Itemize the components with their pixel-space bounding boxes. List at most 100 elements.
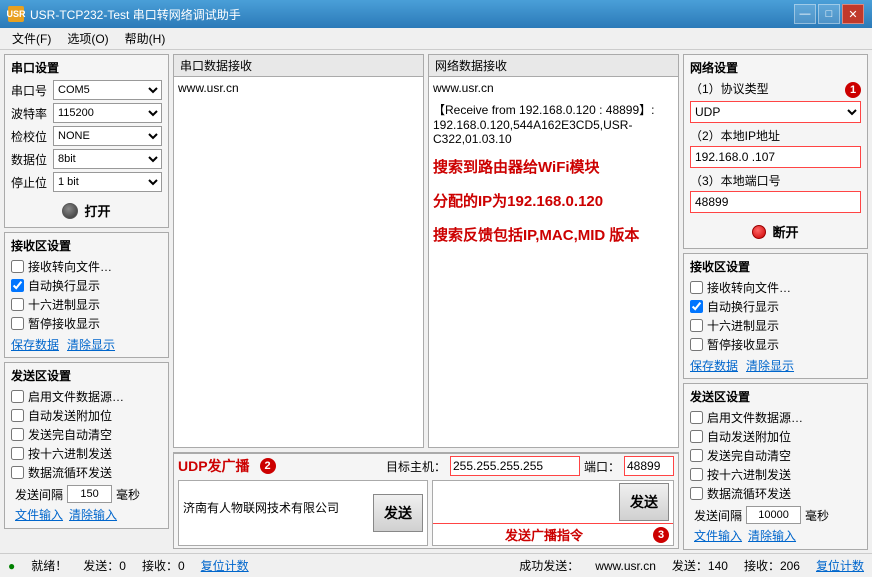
menu-help[interactable]: 帮助(H) — [117, 28, 174, 49]
annotation1: 搜索到路由器给WiFi模块 — [433, 156, 674, 180]
port-select[interactable]: COM5 — [53, 80, 162, 100]
protocol-label: （1）协议类型 — [690, 80, 843, 97]
send-right-cb4-check[interactable] — [690, 468, 703, 481]
reset-count[interactable]: 复位计数 — [816, 557, 864, 574]
recv-cb2-check[interactable] — [11, 279, 24, 292]
send-cb2-check[interactable] — [11, 409, 24, 422]
send-right-cb5-check[interactable] — [690, 487, 703, 500]
port-input[interactable] — [624, 456, 674, 476]
send-right-cb2-label: 自动发送附加位 — [707, 428, 791, 445]
badge-1: 1 — [845, 82, 861, 98]
local-port-input[interactable] — [690, 191, 861, 213]
data-panels: 串口数据接收 www.usr.cn 网络数据接收 www.usr.cn 【Rec… — [173, 54, 679, 448]
baud-select[interactable]: 115200 — [53, 103, 162, 123]
right-panel: 网络设置 （1）协议类型 1 UDP （2）本地IP地址 （3）本地端口号 断开… — [683, 54, 868, 549]
open-button-row[interactable]: 打开 — [11, 198, 162, 223]
target-row: UDP发广播 2 目标主机： 端口： — [174, 453, 678, 478]
send-cb5-row: 数据流循环发送 — [11, 464, 162, 481]
interval-left-input[interactable] — [67, 485, 112, 503]
send-cb5-check[interactable] — [11, 466, 24, 479]
send-button-right[interactable]: 发送 — [619, 483, 669, 521]
serial-recv-title: 串口数据接收 — [174, 55, 423, 77]
recv-right-cb2-check[interactable] — [690, 300, 703, 313]
status-ready: 就绪！ — [31, 557, 67, 574]
recv-cb1-row: 接收转向文件… — [11, 258, 162, 275]
send-right-cb3-row: 发送完自动清空 — [690, 447, 861, 464]
send-text-right[interactable] — [437, 488, 619, 516]
interval-left-row: 发送间隔 毫秒 — [11, 483, 162, 505]
middle-panel: 串口数据接收 www.usr.cn 网络数据接收 www.usr.cn 【Rec… — [173, 54, 679, 549]
recv-right-cb4-row: 暂停接收显示 — [690, 336, 861, 353]
databits-select[interactable]: 8bit — [53, 149, 162, 169]
recv-cb2-row: 自动换行显示 — [11, 277, 162, 294]
host-input[interactable] — [450, 456, 580, 476]
recv-cb3-row: 十六进制显示 — [11, 296, 162, 313]
send-text-left[interactable]: 济南有人物联网技术有限公司 — [183, 499, 369, 527]
send-right-top: 发送 — [433, 481, 673, 523]
interval-left-label: 发送间隔 — [15, 486, 63, 503]
clear-input-right[interactable]: 清除输入 — [748, 527, 796, 544]
close-button[interactable]: ✕ — [842, 4, 864, 24]
recv-right-cb3-check[interactable] — [690, 319, 703, 332]
local-port-label: （3）本地端口号 — [690, 172, 861, 189]
clear-display-right[interactable]: 清除显示 — [746, 357, 794, 374]
stopbits-select[interactable]: 1 bit — [53, 172, 162, 192]
send-cb1-check[interactable] — [11, 390, 24, 403]
left-reset-count[interactable]: 复位计数 — [201, 557, 249, 574]
maximize-button[interactable]: □ — [818, 4, 840, 24]
send-right-cb1-check[interactable] — [690, 411, 703, 424]
recv-cb1-label: 接收转向文件… — [28, 258, 112, 275]
recv-right-cb3-label: 十六进制显示 — [707, 317, 779, 334]
disconnect-button-row[interactable]: 断开 — [690, 219, 861, 244]
save-data-right[interactable]: 保存数据 — [690, 357, 738, 374]
protocol-row: （1）协议类型 1 — [690, 80, 861, 99]
recv-cb4-row: 暂停接收显示 — [11, 315, 162, 332]
open-button-label: 打开 — [84, 201, 110, 220]
menu-options[interactable]: 选项(O) — [59, 28, 116, 49]
file-input-right[interactable]: 文件输入 — [694, 527, 742, 544]
annotation2: 分配的IP为192.168.0.120 — [433, 190, 674, 214]
send-right-cb3-check[interactable] — [690, 449, 703, 462]
clear-display-left[interactable]: 清除显示 — [67, 336, 115, 353]
net-recv-line4: 192.168.0.120,544A162E3CD5,USR- — [433, 118, 674, 132]
interval-left-unit: 毫秒 — [116, 486, 140, 503]
recv-cb3-check[interactable] — [11, 298, 24, 311]
parity-label: 检校位 — [11, 128, 53, 145]
send-right-cb2-check[interactable] — [690, 430, 703, 443]
target-send-area: UDP发广播 2 目标主机： 端口： 济南有人物联网技术有限公司 发送 — [173, 452, 679, 549]
net-settings-title: 网络设置 — [690, 59, 861, 76]
send-right-cb4-row: 按十六进制发送 — [690, 466, 861, 483]
parity-select[interactable]: NONE — [53, 126, 162, 146]
recv-right-cb4-check[interactable] — [690, 338, 703, 351]
net-recv-line3: 【Receive from 192.168.0.120 : 48899】: — [433, 101, 674, 118]
save-data-left[interactable]: 保存数据 — [11, 336, 59, 353]
local-ip-input[interactable] — [690, 146, 861, 168]
net-led — [752, 225, 766, 239]
recv-right-cb4-label: 暂停接收显示 — [707, 336, 779, 353]
recv-right-cb1-check[interactable] — [690, 281, 703, 294]
send-right-cb1-label: 启用文件数据源… — [707, 409, 803, 426]
recv-cb1-check[interactable] — [11, 260, 24, 273]
menu-file[interactable]: 文件(F) — [4, 28, 59, 49]
success-url: www.usr.cn — [595, 559, 656, 573]
send-right-cb3-label: 发送完自动清空 — [707, 447, 791, 464]
file-input-left[interactable]: 文件输入 — [15, 506, 63, 523]
send-cb3-check[interactable] — [11, 428, 24, 441]
clear-input-left[interactable]: 清除输入 — [69, 506, 117, 523]
send-cb3-row: 发送完自动清空 — [11, 426, 162, 443]
recv-links-left: 保存数据 清除显示 — [11, 336, 162, 353]
databits-row: 数据位 8bit — [11, 149, 162, 169]
window-controls[interactable]: — □ ✕ — [794, 4, 864, 24]
send-right-cb5-label: 数据流循环发送 — [707, 485, 791, 502]
udp-broadcast-label: UDP发广播 — [178, 456, 250, 476]
interval-right-label: 发送间隔 — [694, 507, 742, 524]
recv-cb3-label: 十六进制显示 — [28, 296, 100, 313]
minimize-button[interactable]: — — [794, 4, 816, 24]
protocol-select[interactable]: UDP — [690, 101, 861, 123]
annotation3: 搜索反馈包括IP,MAC,MID 版本 — [433, 224, 674, 248]
app-icon: USR — [8, 6, 24, 22]
send-button-left[interactable]: 发送 — [373, 494, 423, 532]
recv-cb4-check[interactable] — [11, 317, 24, 330]
interval-right-input[interactable] — [746, 506, 801, 524]
send-cb4-check[interactable] — [11, 447, 24, 460]
